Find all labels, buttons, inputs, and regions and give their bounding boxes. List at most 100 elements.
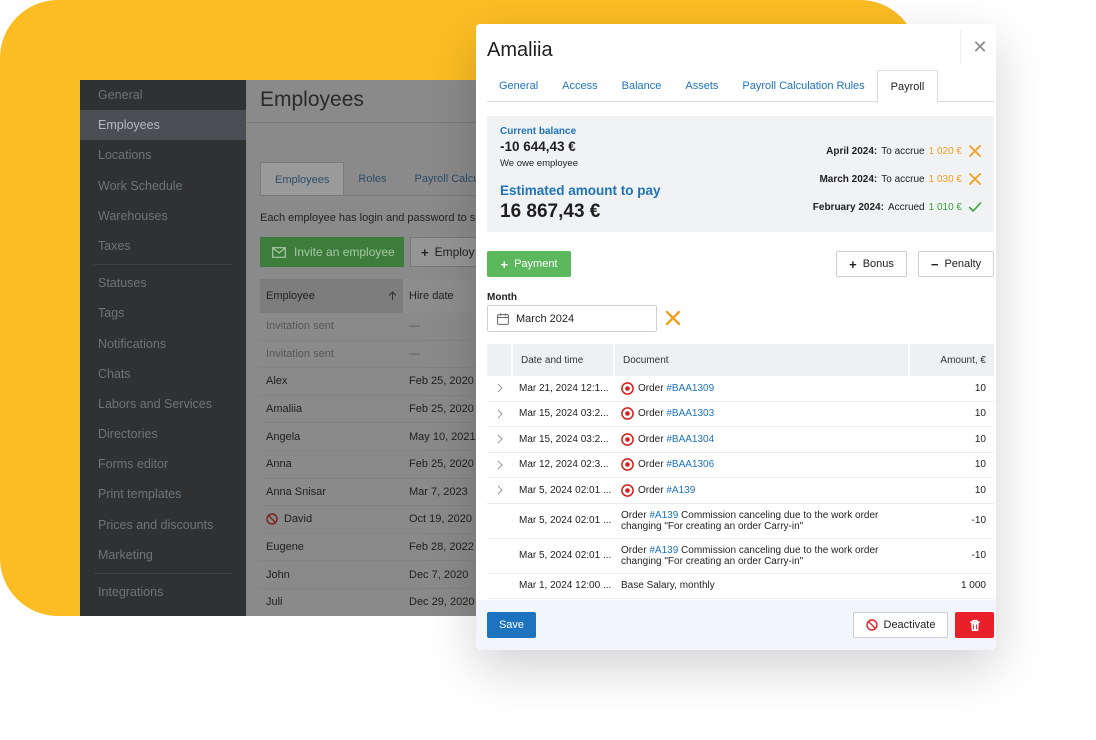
payroll-row[interactable]: Mar 15, 2024 03:2... Order #BAA1304 10 xyxy=(487,427,994,453)
sidebar-divider xyxy=(94,264,232,266)
employee-column-header[interactable]: Employee xyxy=(260,279,403,313)
chevron-right-icon[interactable] xyxy=(497,485,503,495)
order-link[interactable]: #BAA1306 xyxy=(666,459,714,470)
add-payment-button[interactable]: + Payment xyxy=(487,251,571,277)
sidebar-item-tags[interactable]: Tags xyxy=(80,298,246,328)
tab-roles[interactable]: Roles xyxy=(344,162,400,196)
amount-column-header[interactable]: Amount, € xyxy=(910,344,994,376)
chevron-right-icon[interactable] xyxy=(497,460,503,470)
chevron-right-icon[interactable] xyxy=(497,434,503,444)
close-icon[interactable]: ✕ xyxy=(968,35,992,59)
document-cell: Order #A139 Commission canceling due to … xyxy=(615,545,910,567)
hire-date-cell: Feb 28, 2022 xyxy=(409,541,474,554)
accrual-row: March 2024: To accrue 1 030 € xyxy=(722,165,982,193)
sidebar-item-warehouses[interactable]: Warehouses xyxy=(80,201,246,231)
tab-assets[interactable]: Assets xyxy=(673,70,730,101)
expand-cell[interactable] xyxy=(487,409,513,419)
tab-access[interactable]: Access xyxy=(550,70,609,101)
accrual-row: February 2024: Accrued 1 010 € xyxy=(722,193,982,221)
sidebar-item-taxes[interactable]: Taxes xyxy=(80,231,246,261)
order-link[interactable]: #BAA1303 xyxy=(666,408,714,419)
expand-cell[interactable] xyxy=(487,434,513,444)
sidebar-item-chats[interactable]: Chats xyxy=(80,359,246,389)
employees-page: Employees Employees Roles Payroll Calcul… xyxy=(246,80,500,616)
chevron-right-icon[interactable] xyxy=(497,383,503,393)
employee-column-label: Employee xyxy=(266,290,315,302)
table-row[interactable]: Invitation sent — xyxy=(260,341,500,369)
sidebar-item-forms-editor[interactable]: Forms editor xyxy=(80,449,246,479)
table-row[interactable]: Angela May 10, 2021 xyxy=(260,423,500,451)
order-link[interactable]: #A139 xyxy=(649,510,678,521)
sidebar-item-integrations[interactable]: Integrations xyxy=(80,577,246,607)
table-row[interactable]: Anna Snisar Mar 7, 2023 xyxy=(260,479,500,507)
accrual-period: March 2024: xyxy=(819,173,878,185)
month-picker-input[interactable]: March 2024 xyxy=(487,305,657,332)
expand-cell[interactable] xyxy=(487,460,513,470)
table-row[interactable]: Anna Feb 25, 2020 xyxy=(260,451,500,479)
payroll-row: Mar 5, 2024 02:01 ... Order #A139 Commiss… xyxy=(487,539,994,574)
tab-general[interactable]: General xyxy=(487,70,550,101)
table-row[interactable]: Amaliia Feb 25, 2020 xyxy=(260,396,500,424)
add-penalty-button[interactable]: − Penalty xyxy=(918,251,994,277)
background-app-window: General Employees Locations Work Schedule Wa… xyxy=(80,80,500,616)
title-divider xyxy=(246,122,500,123)
order-link[interactable]: #A139 xyxy=(666,485,695,496)
accrue-cross-icon[interactable] xyxy=(968,172,982,186)
expand-cell[interactable] xyxy=(487,485,513,495)
sidebar-divider xyxy=(94,573,232,574)
table-row[interactable]: David Oct 19, 2020 xyxy=(260,506,500,534)
chevron-right-icon[interactable] xyxy=(497,409,503,419)
employee-name-cell: Anna xyxy=(260,458,403,470)
document-text: Order #BAA1309 xyxy=(638,383,714,394)
plus-icon: + xyxy=(849,256,857,272)
accrue-cross-icon[interactable] xyxy=(968,144,982,158)
save-button[interactable]: Save xyxy=(487,612,536,638)
accrual-amount: 1 020 € xyxy=(928,145,962,157)
sidebar-item-general[interactable]: General xyxy=(80,80,246,110)
sidebar-item-prices-and-discounts[interactable]: Prices and discounts xyxy=(80,510,246,540)
tab-employees[interactable]: Employees xyxy=(260,162,345,196)
sidebar-item-directories[interactable]: Directories xyxy=(80,419,246,449)
sidebar-item-locations[interactable]: Locations xyxy=(80,140,246,170)
amount-cell: 10 xyxy=(974,408,986,420)
sidebar-item-statuses[interactable]: Statuses xyxy=(80,268,246,298)
hire-date-cell: Dec 7, 2020 xyxy=(409,568,469,581)
order-link[interactable]: #BAA1309 xyxy=(666,383,714,394)
deactivate-button[interactable]: Deactivate xyxy=(853,612,948,638)
tab-payroll[interactable]: Payroll xyxy=(876,70,939,103)
employees-table-body: Invitation sent — Invitation sent — Alex Feb … xyxy=(260,313,500,616)
sidebar-item-marketing[interactable]: Marketing xyxy=(80,540,246,570)
amount-cell: 10 xyxy=(974,382,986,394)
table-row[interactable]: Eugene Feb 28, 2022 xyxy=(260,534,500,562)
payroll-row[interactable]: Mar 15, 2024 03:2... Order #BAA1303 10 xyxy=(487,402,994,427)
sidebar-item-labors-and-services[interactable]: Labors and Services xyxy=(80,389,246,419)
document-column-header[interactable]: Document xyxy=(615,344,908,376)
hire-date-cell: Feb 25, 2020 xyxy=(409,458,474,471)
table-row[interactable]: Juli Dec 29, 2020 xyxy=(260,589,500,616)
payroll-row[interactable]: Mar 21, 2024 12:1... Order #BAA1309 10 xyxy=(487,376,994,402)
table-row[interactable]: Invitation sent — xyxy=(260,313,500,341)
date-column-header[interactable]: Date and time xyxy=(513,344,613,376)
invite-employee-button[interactable]: Invite an employee xyxy=(260,237,404,267)
delete-button[interactable] xyxy=(955,612,994,638)
payroll-row[interactable]: Mar 12, 2024 02:3... Order #BAA1306 10 xyxy=(487,453,994,478)
order-link[interactable]: #BAA1304 xyxy=(666,434,714,445)
add-bonus-button[interactable]: + Bonus xyxy=(836,251,907,277)
order-link[interactable]: #A139 xyxy=(649,545,678,556)
modal-tabs: General Access Balance Assets Payroll Calcul… xyxy=(487,70,994,103)
sidebar-item-work-schedule[interactable]: Work Schedule xyxy=(80,171,246,201)
table-row[interactable]: Alex Feb 25, 2020 xyxy=(260,368,500,396)
document-type: Order xyxy=(638,484,664,496)
accrual-list: April 2024: To accrue 1 020 € March 2024: To… xyxy=(722,137,982,221)
tab-balance[interactable]: Balance xyxy=(610,70,674,101)
table-row[interactable]: John Dec 7, 2020 xyxy=(260,561,500,589)
order-target-icon xyxy=(621,483,634,497)
sidebar-item-employees[interactable]: Employees xyxy=(80,110,246,141)
sidebar-item-print-templates[interactable]: Print templates xyxy=(80,479,246,509)
expand-cell[interactable] xyxy=(487,383,513,393)
sidebar-item-notifications[interactable]: Notifications xyxy=(80,329,246,359)
tab-payroll-calculation-rules[interactable]: Payroll Calculation Rules xyxy=(730,70,876,101)
document-text: Order #BAA1303 xyxy=(638,408,714,419)
clear-month-icon[interactable] xyxy=(664,309,682,327)
payroll-row[interactable]: Mar 5, 2024 02:01 ... Order #A139 10 xyxy=(487,478,994,504)
